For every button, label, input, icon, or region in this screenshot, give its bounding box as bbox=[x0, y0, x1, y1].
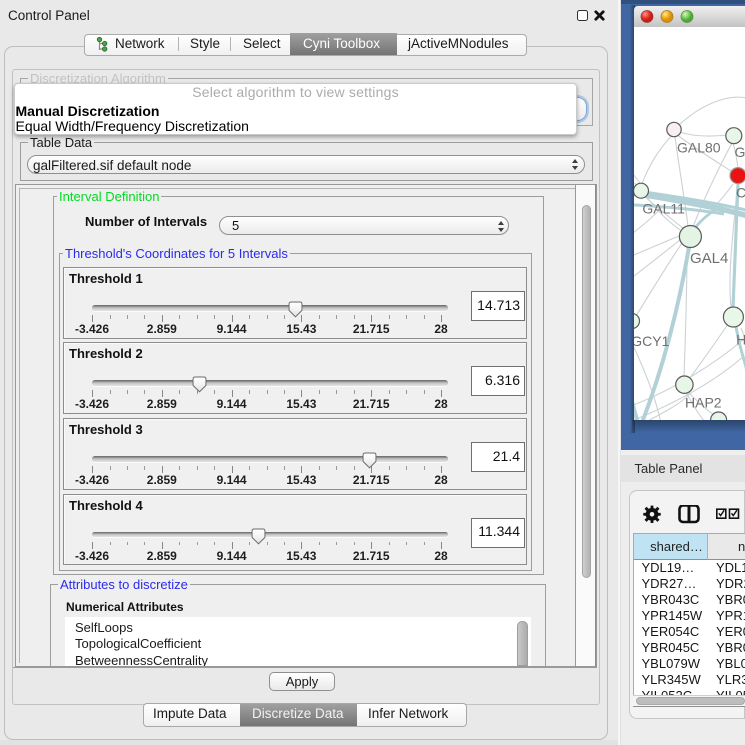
svg-text:GAL80: GAL80 bbox=[677, 140, 721, 156]
svg-text:GAL4: GAL4 bbox=[690, 250, 728, 267]
svg-text:HIS7: HIS7 bbox=[736, 332, 745, 348]
svg-text:GAL: GAL bbox=[735, 144, 745, 160]
svg-text:GCY1: GCY1 bbox=[634, 333, 670, 349]
svg-text:GAL11: GAL11 bbox=[642, 201, 685, 217]
svg-text:HAP2: HAP2 bbox=[685, 395, 722, 411]
svg-text:CYC8: CYC8 bbox=[736, 185, 745, 201]
